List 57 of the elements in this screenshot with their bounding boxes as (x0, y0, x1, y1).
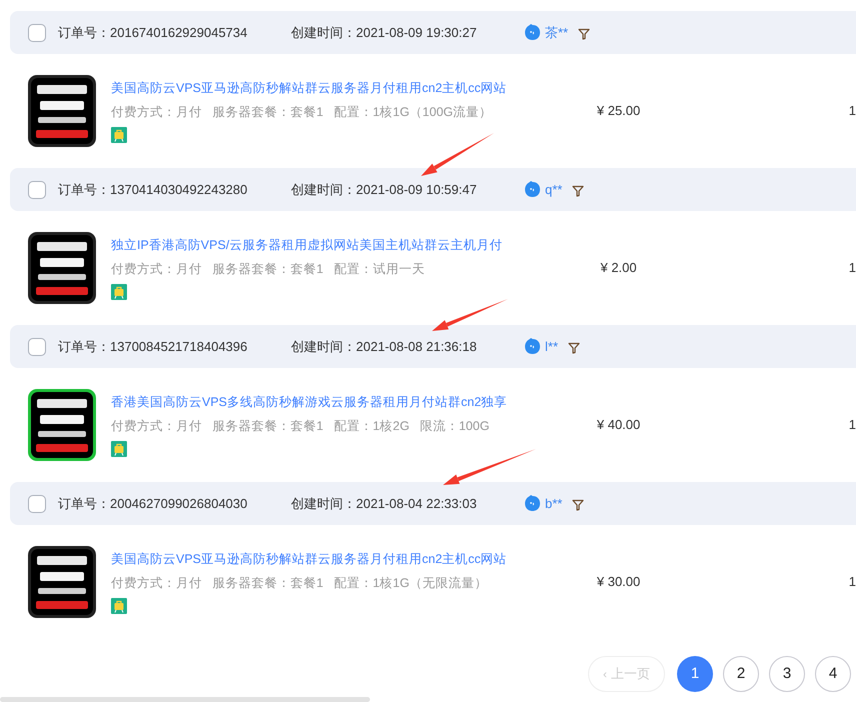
chat-bubble-icon[interactable] (524, 338, 541, 355)
product-title-link[interactable]: 独立IP香港高防VPS/云服务器租用虚拟网站美国主机站群云主机月付 (111, 236, 544, 255)
order-number-label: 订单号： (58, 180, 110, 199)
product-specs: 付费方式：月付 服务器套餐：套餐1 配置：1核2G 限流：100G (111, 418, 490, 435)
product-specs: 付费方式：月付 服务器套餐：套餐1 配置：试用一天 (111, 261, 426, 278)
filter-icon[interactable] (572, 499, 584, 511)
filter-icon[interactable] (568, 342, 580, 354)
scrollbar[interactable] (0, 697, 370, 702)
buyer-name[interactable]: l** (545, 336, 558, 356)
checkbox[interactable] (28, 24, 46, 42)
created-time: 2021-08-09 10:59:47 (356, 180, 478, 199)
filter-icon[interactable] (572, 185, 584, 197)
created-time-label: 创建时间： (291, 24, 356, 42)
checkbox[interactable] (28, 494, 46, 512)
chat-bubble-icon[interactable] (524, 495, 541, 512)
product-title-link[interactable]: 美国高防云VPS亚马逊高防秒解站群云服务器月付租用cn2主机cc网站 (111, 550, 544, 569)
checkbox[interactable] (28, 180, 46, 198)
created-time: 2021-08-09 19:30:27 (356, 24, 478, 42)
checkbox[interactable] (28, 338, 46, 356)
product-title-link[interactable]: 香港美国高防云VPS多线高防秒解游戏云服务器租用月付站群cn2独享 (111, 393, 544, 412)
created-time-label: 创建时间： (291, 494, 356, 513)
order-number-label: 订单号： (58, 338, 110, 356)
page-button[interactable]: 1 (677, 656, 713, 692)
bag-icon (111, 284, 127, 300)
chat-bubble-icon[interactable] (524, 181, 541, 198)
quantity: 1 (848, 102, 856, 120)
order-number: 1370414030492243280 (110, 180, 248, 199)
price: ¥ 40.00 (596, 416, 642, 434)
filter-icon[interactable] (578, 28, 590, 40)
order-number: 2016740162929045734 (110, 24, 248, 42)
product-specs: 付费方式：月付 服务器套餐：套餐1 配置：1核1G（100G流量） (111, 104, 493, 121)
price: ¥ 30.00 (596, 573, 642, 592)
product-specs: 付费方式：月付 服务器套餐：套餐1 配置：1核1G（无限流量） (111, 575, 488, 592)
order-number: 2004627099026804030 (110, 494, 248, 513)
created-time-label: 创建时间： (291, 180, 356, 199)
chat-bubble-icon[interactable] (524, 24, 541, 41)
page-button[interactable]: 3 (769, 656, 805, 692)
bag-icon (111, 126, 127, 143)
created-time-label: 创建时间： (291, 338, 356, 356)
buyer-name[interactable]: q** (545, 180, 562, 200)
buyer-name[interactable]: 茶** (545, 22, 568, 42)
page-button[interactable]: 2 (723, 656, 759, 692)
bag-icon (111, 440, 127, 457)
quantity: 1 (848, 259, 856, 278)
product-title-link[interactable]: 美国高防云VPS亚马逊高防秒解站群云服务器月付租用cn2主机cc网站 (111, 79, 544, 98)
quantity: 1 (848, 416, 856, 434)
bag-icon (111, 598, 127, 614)
buyer-name[interactable]: b** (545, 494, 562, 514)
price: ¥ 25.00 (596, 102, 642, 120)
order-number-label: 订单号： (58, 494, 110, 513)
order-number: 1370084521718404396 (110, 338, 248, 356)
quantity: 1 (848, 573, 856, 592)
order-number-label: 订单号： (58, 24, 110, 42)
price: ¥ 2.00 (599, 259, 638, 278)
page-button[interactable]: 4 (815, 656, 851, 692)
created-time: 2021-08-08 21:36:18 (356, 338, 478, 356)
created-time: 2021-08-04 22:33:03 (356, 494, 478, 513)
